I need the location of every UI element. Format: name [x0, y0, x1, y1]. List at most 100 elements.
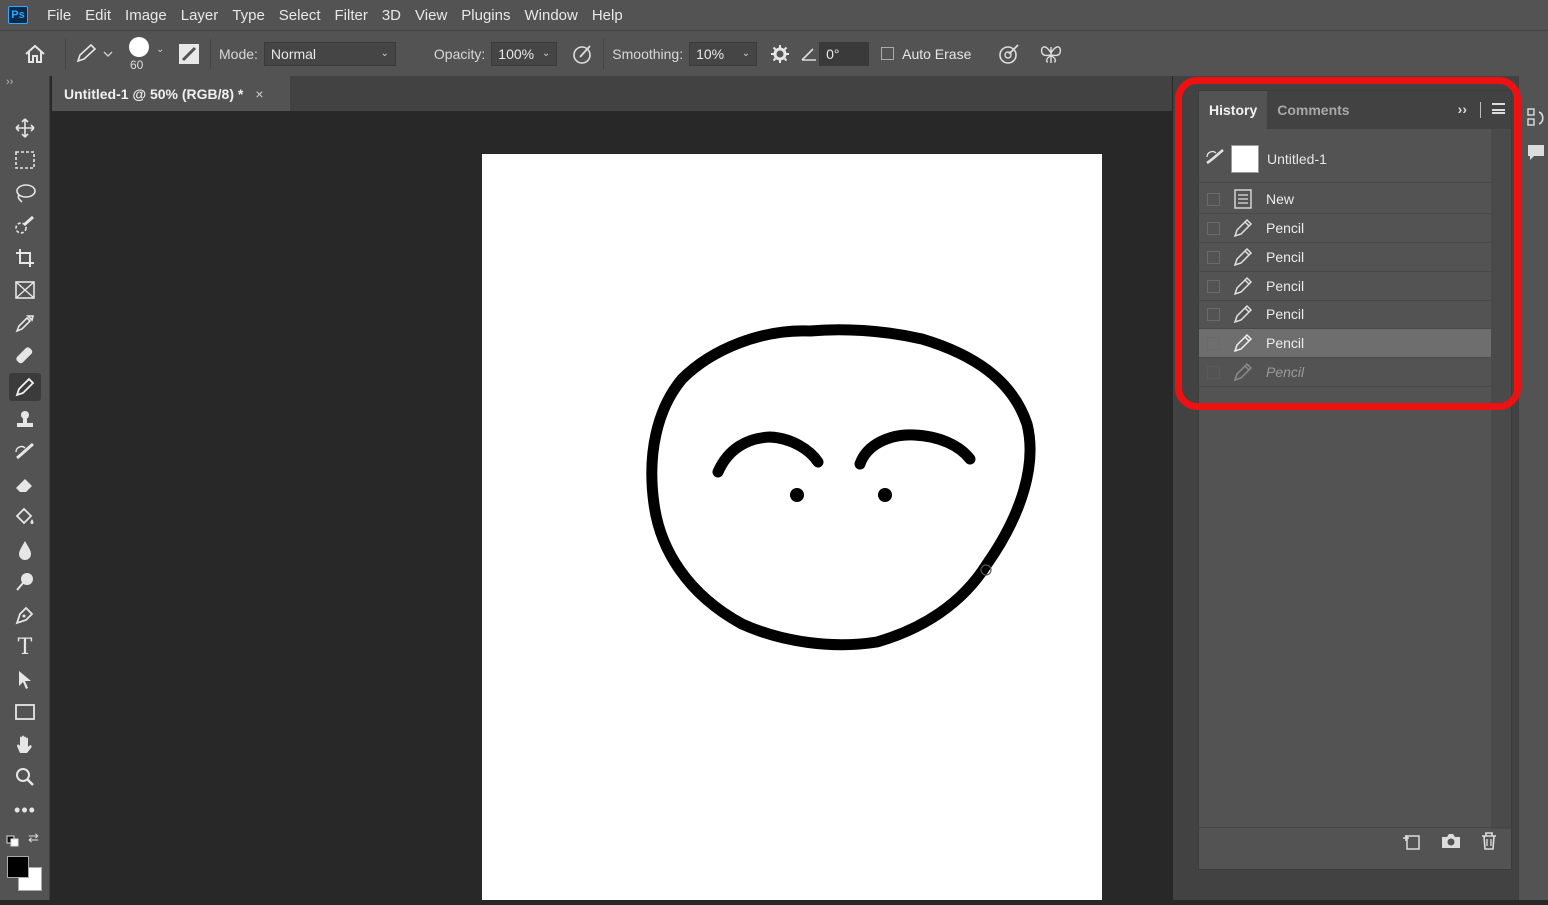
- history-brush-source-checkbox[interactable]: [1207, 192, 1220, 206]
- angle-icon: [799, 46, 819, 62]
- history-state-label: New: [1266, 191, 1295, 207]
- head-outline-stroke: [646, 324, 1036, 651]
- document-icon: [1232, 188, 1254, 210]
- opacity-field[interactable]: 100% ⌄: [491, 41, 558, 66]
- menu-window[interactable]: Window: [517, 7, 584, 24]
- history-state-row[interactable]: Pencil: [1199, 243, 1492, 272]
- pencil-preset-icon[interactable]: [74, 43, 114, 65]
- history-brush-source-checkbox[interactable]: [1207, 279, 1220, 293]
- right-eyebrow-stroke: [854, 429, 976, 470]
- swap-colors-icon[interactable]: ⇄: [28, 830, 39, 846]
- brush-size-picker[interactable]: 60 ⌄: [126, 34, 176, 74]
- lasso-tool-icon[interactable]: [9, 179, 41, 207]
- history-state-label: Pencil: [1266, 278, 1305, 294]
- history-scrollbar[interactable]: [1491, 129, 1511, 829]
- history-brush-source-checkbox[interactable]: [1207, 221, 1220, 235]
- menu-filter[interactable]: Filter: [328, 7, 375, 24]
- document-canvas[interactable]: [482, 154, 1102, 900]
- smoothing-field[interactable]: 10% ⌄: [689, 41, 758, 66]
- collapse-toolbar-icon[interactable]: ››: [6, 76, 13, 88]
- eraser-tool-icon[interactable]: [9, 471, 41, 499]
- dodge-tool-icon[interactable]: [9, 568, 41, 596]
- opacity-value: 100%: [498, 45, 535, 62]
- menu-view[interactable]: View: [408, 7, 454, 24]
- history-brush-source-checkbox[interactable]: [1207, 307, 1220, 321]
- blur-tool-icon[interactable]: [9, 536, 41, 564]
- new-document-from-state-icon[interactable]: [1401, 832, 1421, 855]
- menu-help[interactable]: Help: [585, 7, 630, 24]
- history-brush-tool-icon[interactable]: [9, 438, 41, 466]
- history-state-label: Pencil: [1266, 364, 1305, 380]
- auto-erase-checkbox[interactable]: [881, 47, 895, 60]
- history-state-row-selected[interactable]: Pencil: [1199, 329, 1492, 358]
- options-bar: 60 ⌄ Mode: Normal ⌄ Opacity: 100% ⌄ Smoo…: [0, 30, 1548, 76]
- history-panel-icon[interactable]: [1527, 108, 1545, 133]
- history-state-row[interactable]: Pencil: [1199, 214, 1492, 243]
- angle-field[interactable]: 0°: [819, 41, 870, 66]
- chevron-down-icon: ⌄: [541, 48, 551, 59]
- trash-icon[interactable]: [1481, 832, 1497, 855]
- pressure-size-icon[interactable]: [991, 43, 1027, 65]
- menu-edit[interactable]: Edit: [78, 7, 118, 24]
- gear-icon[interactable]: [761, 44, 799, 64]
- pencil-tool-icon[interactable]: [9, 373, 41, 401]
- panel-menu-icon[interactable]: [1492, 103, 1505, 114]
- history-panel-footer: [1199, 827, 1511, 859]
- history-state-label: Pencil: [1266, 249, 1305, 265]
- more-tools-icon[interactable]: •••: [9, 796, 41, 824]
- photoshop-logo: Ps: [8, 6, 28, 24]
- eyedropper-tool-icon[interactable]: [9, 309, 41, 337]
- tab-history[interactable]: History: [1199, 91, 1268, 129]
- history-snapshot[interactable]: Untitled-1: [1199, 135, 1492, 183]
- type-tool-icon[interactable]: T: [9, 633, 41, 661]
- default-colors-icon[interactable]: [6, 834, 20, 852]
- menu-select[interactable]: Select: [272, 7, 328, 24]
- expand-panel-icon[interactable]: ››: [1458, 101, 1467, 117]
- tab-comments[interactable]: Comments: [1267, 91, 1359, 129]
- frame-tool-icon[interactable]: [9, 276, 41, 304]
- right-eye: [878, 488, 892, 502]
- angle-value: 0°: [826, 45, 840, 62]
- foreground-color-swatch[interactable]: [7, 856, 29, 878]
- clone-stamp-tool-icon[interactable]: [9, 406, 41, 434]
- history-brush-source-checkbox[interactable]: [1207, 365, 1220, 379]
- history-state-row[interactable]: New: [1199, 185, 1492, 214]
- zoom-tool-icon[interactable]: [9, 763, 41, 791]
- pen-tool-icon[interactable]: [9, 601, 41, 629]
- marquee-tool-icon[interactable]: [9, 146, 41, 174]
- menu-file[interactable]: File: [40, 7, 78, 24]
- brush-settings-icon[interactable]: [176, 43, 202, 65]
- document-tab-title: Untitled-1 @ 50% (RGB/8) *: [64, 85, 244, 102]
- home-icon[interactable]: [17, 44, 53, 64]
- history-brush-source-checkbox[interactable]: [1207, 336, 1220, 350]
- quick-selection-tool-icon[interactable]: [9, 211, 41, 239]
- menu-layer[interactable]: Layer: [174, 7, 226, 24]
- camera-icon[interactable]: [1441, 833, 1461, 854]
- rectangle-tool-icon[interactable]: [9, 698, 41, 726]
- history-state-row[interactable]: Pencil: [1199, 300, 1492, 329]
- healing-brush-tool-icon[interactable]: [9, 341, 41, 369]
- hand-tool-icon[interactable]: [9, 731, 41, 759]
- menu-3d[interactable]: 3D: [375, 7, 408, 24]
- path-selection-tool-icon[interactable]: [9, 666, 41, 694]
- symmetry-butterfly-icon[interactable]: [1033, 43, 1069, 65]
- left-eye: [790, 488, 804, 502]
- history-state-row-undone[interactable]: Pencil: [1199, 358, 1492, 387]
- menu-image[interactable]: Image: [118, 7, 174, 24]
- brush-tip-icon: [129, 36, 149, 57]
- menu-type[interactable]: Type: [225, 7, 272, 24]
- history-state-label: Pencil: [1266, 335, 1305, 351]
- paint-bucket-tool-icon[interactable]: [9, 503, 41, 531]
- history-brush-source-icon[interactable]: [1205, 148, 1225, 169]
- pressure-opacity-icon[interactable]: [563, 43, 603, 65]
- menu-plugins[interactable]: Plugins: [454, 7, 517, 24]
- move-tool-icon[interactable]: [9, 114, 41, 142]
- close-icon[interactable]: ×: [255, 86, 263, 102]
- history-panel-tabs: History Comments ››: [1199, 91, 1511, 129]
- comments-panel-icon[interactable]: [1527, 144, 1545, 167]
- document-tab[interactable]: Untitled-1 @ 50% (RGB/8) * ×: [52, 76, 290, 111]
- mode-dropdown[interactable]: Normal ⌄: [263, 41, 396, 66]
- crop-tool-icon[interactable]: [9, 244, 41, 272]
- history-brush-source-checkbox[interactable]: [1207, 250, 1220, 264]
- history-state-row[interactable]: Pencil: [1199, 272, 1492, 301]
